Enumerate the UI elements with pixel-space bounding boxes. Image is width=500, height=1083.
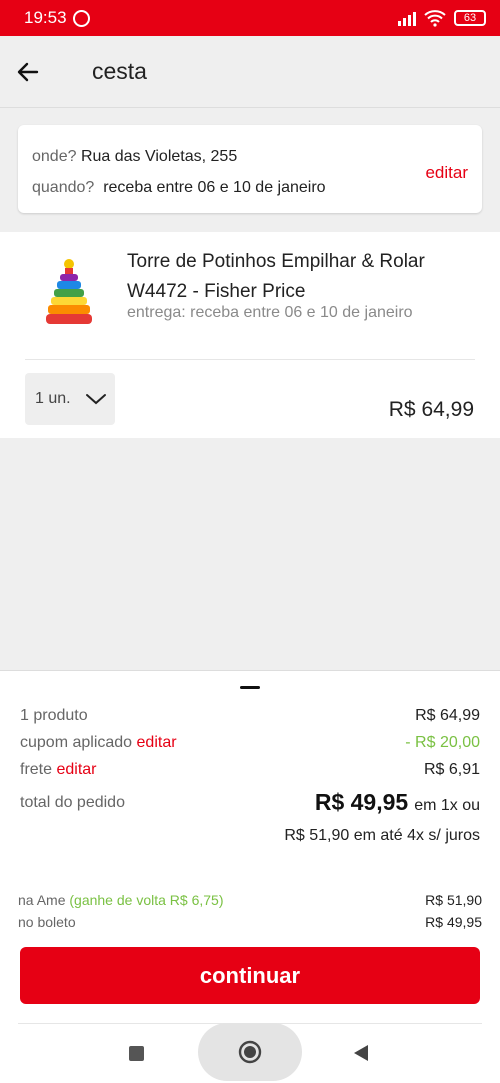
delivery-card: onde? Rua das Violetas, 255 quando? rece… — [18, 125, 482, 213]
back-button[interactable] — [0, 36, 56, 108]
signal-icon — [398, 10, 416, 26]
product-name[interactable]: Torre de Potinhos Empilhar & Rolar W4472… — [127, 247, 477, 307]
divider — [25, 359, 475, 360]
shipping-row: frete editar R$ 6,91 — [20, 761, 480, 779]
product-shipping: entrega: receba entre 06 e 10 de janeiro — [127, 304, 413, 321]
status-time: 19:53 — [24, 8, 67, 27]
ame-row: na Ame (ganhe de volta R$ 6,75) R$ 51,90 — [18, 892, 482, 908]
cart-item: Torre de Potinhos Empilhar & Rolar W4472… — [0, 232, 500, 438]
total-row: R$ 49,95 em 1x ou — [315, 789, 480, 816]
product-price: R$ 64,99 — [388, 398, 474, 421]
app-bar: cesta — [0, 36, 500, 108]
boleto-value: R$ 49,95 — [425, 914, 482, 930]
products-value: R$ 64,99 — [415, 707, 480, 724]
delivery-address-row: onde? Rua das Violetas, 255 — [32, 148, 237, 166]
battery-icon: 63 — [454, 10, 486, 26]
products-row: 1 produto R$ 64,99 — [20, 707, 480, 725]
order-summary-sheet: 1 produto R$ 64,99 cupom aplicado editar… — [0, 670, 500, 1083]
when-value: receba entre 06 e 10 de janeiro — [103, 179, 326, 196]
edit-shipping-link[interactable]: editar — [56, 761, 96, 778]
installments-text: R$ 51,90 em até 4x s/ juros — [284, 827, 480, 844]
coupon-value: - R$ 20,00 — [405, 734, 480, 751]
page-title: cesta — [92, 58, 147, 84]
arrow-left-icon — [17, 62, 39, 81]
back-triangle-icon[interactable] — [352, 1044, 370, 1062]
quantity-select[interactable]: 1 un. — [25, 373, 115, 425]
where-value: Rua das Violetas, 255 — [80, 148, 238, 165]
edit-coupon-link[interactable]: editar — [137, 734, 177, 751]
boleto-label: no boleto — [18, 914, 76, 930]
ame-value: R$ 51,90 — [425, 892, 482, 908]
ame-cashback: (ganhe de volta R$ 6,75) — [69, 892, 224, 908]
product-image[interactable] — [36, 254, 102, 332]
total-value: R$ 49,95 — [314, 789, 409, 815]
status-bar: 19:53 63 — [0, 0, 500, 36]
shipping-label: frete — [20, 761, 53, 778]
chevron-down-icon — [85, 394, 106, 405]
ame-label: na Ame — [18, 892, 66, 908]
continue-button[interactable]: continuar — [20, 947, 480, 1004]
shipping-value: R$ 6,91 — [423, 761, 480, 778]
home-button[interactable] — [198, 1023, 302, 1081]
coupon-label: cupom aplicado — [20, 734, 133, 751]
home-circle-icon — [238, 1040, 262, 1064]
wifi-icon — [424, 10, 446, 27]
edit-delivery-link[interactable]: editar — [425, 163, 468, 183]
recent-apps-button[interactable] — [129, 1046, 144, 1061]
battery-level: 63 — [463, 11, 477, 24]
delivery-time-row: quando? receba entre 06 e 10 de janeiro — [32, 179, 326, 197]
where-label: onde? — [32, 148, 77, 165]
total-label: total do pedido — [20, 794, 125, 811]
quantity-value: 1 un. — [35, 390, 71, 407]
when-label: quando? — [32, 179, 95, 196]
status-icons: 63 — [398, 9, 486, 27]
boleto-row: no boleto R$ 49,95 — [18, 914, 482, 930]
sheet-handle[interactable] — [240, 686, 260, 689]
total-suffix: em 1x ou — [414, 797, 480, 814]
products-label: 1 produto — [20, 707, 88, 724]
whatsapp-icon — [72, 9, 90, 27]
coupon-row: cupom aplicado editar - R$ 20,00 — [20, 734, 480, 752]
